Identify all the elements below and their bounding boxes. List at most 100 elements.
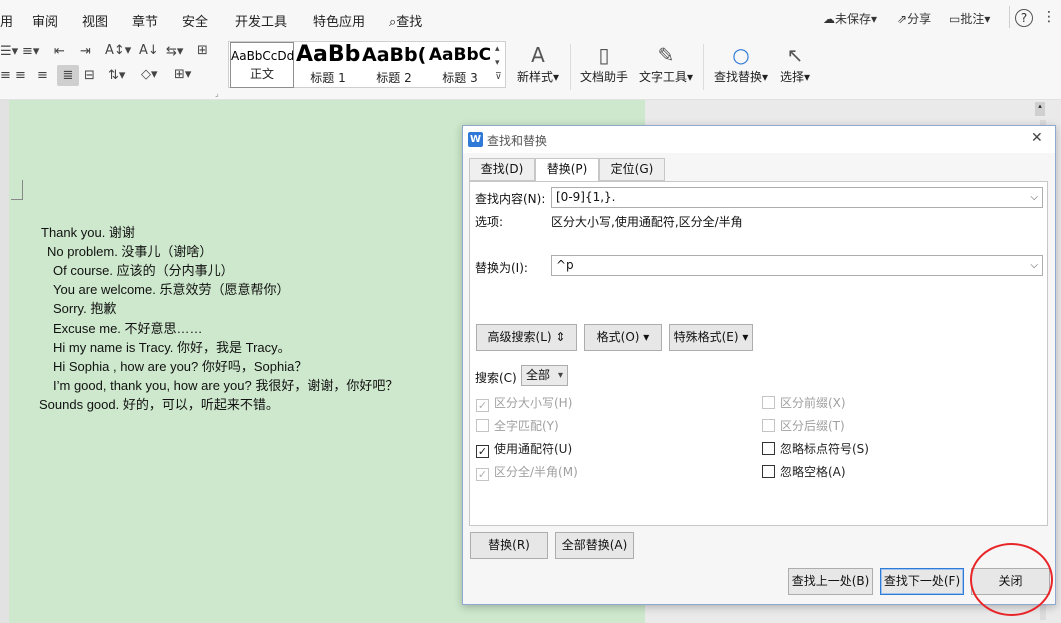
margin-marker <box>11 180 23 200</box>
replace-label: 替换为(I): <box>475 261 528 275</box>
menu-divider <box>1009 6 1010 28</box>
find-input[interactable]: [0-9]{1,}. ⌵ <box>551 187 1043 208</box>
whole-word-checkbox[interactable]: 全字匹配(Y) <box>476 417 559 434</box>
justify-icon[interactable]: ≣ <box>57 65 79 86</box>
align-center-icon[interactable]: ≡ <box>15 68 26 83</box>
tab-goto[interactable]: 定位(G) <box>599 158 665 181</box>
comment-button[interactable]: ▭批注▾ <box>949 10 990 27</box>
text-tools-button[interactable]: ✎ 文字工具▾ <box>636 42 696 85</box>
bullet-list-icon[interactable]: ☰▾ <box>0 44 18 59</box>
ribbon-divider <box>570 44 571 90</box>
scroll-up-icon[interactable]: ▴ <box>1035 102 1045 116</box>
share-button[interactable]: ⇗分享 <box>897 10 931 27</box>
ignore-punctuation-checkbox[interactable]: 忽略标点符号(S) <box>762 440 869 457</box>
checkbox-box <box>762 419 775 432</box>
increase-indent-icon[interactable]: ⇥ <box>80 44 91 59</box>
sort-icon[interactable]: A↓ <box>139 43 159 58</box>
border-icon[interactable]: ⊞▾ <box>174 67 191 82</box>
text-direction-icon[interactable]: A↕▾ <box>105 43 131 58</box>
doc-line: Sounds good. 好的，可以，听起来不错。 <box>39 397 279 412</box>
replace-all-button[interactable]: 全部替换(A) <box>555 532 634 559</box>
chevron-down-icon[interactable]: ⌵ <box>1030 256 1038 275</box>
replace-panel: 查找内容(N): [0-9]{1,}. ⌵ 选项: 区分大小写,使用通配符,区分… <box>469 181 1048 526</box>
doc-line: Sorry. 抱歉 <box>53 301 117 316</box>
align-right-icon[interactable]: ≡ <box>37 68 48 83</box>
checkbox-box: ✓ <box>476 445 489 458</box>
menu-item-review[interactable]: 审阅 <box>32 11 58 30</box>
help-icon[interactable]: ? <box>1015 9 1033 27</box>
wildcards-checkbox[interactable]: ✓ 使用通配符(U) <box>476 440 572 458</box>
menu-item-chapter[interactable]: 章节 <box>132 11 158 30</box>
checkbox-box <box>476 419 489 432</box>
menu-item-security[interactable]: 安全 <box>182 11 208 30</box>
new-style-button[interactable]: A 新样式▾ <box>514 42 562 85</box>
decrease-indent-icon[interactable]: ⇤ <box>54 44 65 59</box>
checkbox-box <box>762 465 775 478</box>
special-format-button[interactable]: 特殊格式(E) ▾ <box>669 324 753 351</box>
options-label: 选项: <box>475 215 504 229</box>
replace-button[interactable]: 替换(R) <box>470 532 548 559</box>
select-button[interactable]: ↖ 选择▾ <box>776 42 814 85</box>
dialog-title: 查找和替换 <box>487 134 548 148</box>
checkbox-box <box>762 442 775 455</box>
doc-line: I’m good, thank you, how are you? 我很好，谢谢… <box>53 378 399 393</box>
doc-line: Hi Sophia , how are you? 你好吗，Sophia？ <box>53 359 308 374</box>
chevron-down-icon[interactable]: ⌵ <box>1030 188 1038 207</box>
replace-input[interactable]: ^p ⌵ <box>551 255 1043 276</box>
menu-item-view[interactable]: 视图 <box>82 11 108 30</box>
doc-line: Thank you. 谢谢 <box>41 225 135 240</box>
dialog-titlebar[interactable]: W 查找和替换 ✕ <box>463 126 1055 153</box>
find-replace-button[interactable]: ○ 查找替换▾ <box>711 42 771 85</box>
wrench-icon: ✎ <box>657 43 675 67</box>
style-heading-3[interactable]: AaBbC 标题 3 <box>428 43 492 87</box>
tab-replace[interactable]: 替换(P) <box>535 158 599 182</box>
comment-icon: ▭ <box>949 12 961 26</box>
full-half-width-checkbox[interactable]: ✓ 区分全/半角(M) <box>476 463 578 481</box>
checkbox-box: ✓ <box>476 468 489 481</box>
distribute-icon[interactable]: ⊟ <box>84 68 95 83</box>
menu-item-features[interactable]: 特色应用 <box>313 11 365 30</box>
doc-assistant-icon: ▯ <box>598 43 610 67</box>
search-scope-select[interactable]: 全部 ▾ <box>521 365 568 386</box>
ignore-spaces-checkbox[interactable]: 忽略空格(A) <box>762 463 846 480</box>
doc-line: Of course. 应该的（分内事儿） <box>53 263 234 278</box>
style-heading-2[interactable]: AaBb( 标题 2 <box>362 43 426 87</box>
magnifier-icon: ○ <box>732 43 750 67</box>
style-normal[interactable]: AaBbCcDd 正文 <box>230 42 294 88</box>
menu-search[interactable]: ⌕查找 <box>389 11 422 30</box>
line-spacing-2-icon[interactable]: ⇅▾ <box>108 68 125 83</box>
match-case-checkbox[interactable]: ✓ 区分大小写(H) <box>476 394 572 412</box>
unsaved-status[interactable]: ☁未保存▾ <box>823 10 877 27</box>
find-label: 查找内容(N): <box>475 192 546 206</box>
doc-assistant-button[interactable]: ▯ 文档助手 <box>578 42 630 85</box>
ribbon: ☰▾ ≡▾ ⇤ ⇥ A↕▾ A↓ ⇆▾ ⊞ ≡ ≡ ≡ ≣ ⊟ ⇅▾ ◇▾ ⊞▾… <box>0 38 1061 100</box>
find-next-button[interactable]: 查找下一处(F) <box>880 568 964 595</box>
checkbox-box <box>762 396 775 409</box>
checkbox-box: ✓ <box>476 399 489 412</box>
gallery-scroll-icon[interactable]: ▴ ▾ ⊽ <box>495 42 502 84</box>
format-button[interactable]: 格式(O) ▾ <box>584 324 662 351</box>
menu-bar: 用 审阅 视图 章节 安全 开发工具 特色应用 ⌕查找 ☁未保存▾ ⇗分享 ▭批… <box>0 0 1061 38</box>
align-left-icon[interactable]: ≡ <box>0 68 11 83</box>
menu-item-developer[interactable]: 开发工具 <box>235 11 287 30</box>
line-spacing-icon[interactable]: ⇆▾ <box>166 44 183 59</box>
search-scope-label: 搜索(C) <box>475 371 517 385</box>
cursor-icon: ↖ <box>786 43 804 67</box>
advanced-search-button[interactable]: 高级搜索(L) ⇕ <box>476 324 577 351</box>
chevron-down-icon: ▾ <box>557 370 563 381</box>
close-icon[interactable]: ✕ <box>1031 130 1043 146</box>
tab-find[interactable]: 查找(D) <box>469 158 535 181</box>
shading-icon[interactable]: ◇▾ <box>141 67 158 82</box>
match-suffix-checkbox[interactable]: 区分后缀(T) <box>762 417 845 434</box>
menu-item-start[interactable]: 用 <box>0 11 13 30</box>
numbered-list-icon[interactable]: ≡▾ <box>22 44 39 59</box>
style-heading-1[interactable]: AaBb 标题 1 <box>296 43 360 87</box>
find-previous-button[interactable]: 查找上一处(B) <box>788 568 873 595</box>
options-value: 区分大小写,使用通配符,区分全/半角 <box>551 215 743 229</box>
more-icon[interactable]: ⋮ <box>1042 9 1056 25</box>
table-icon[interactable]: ⊞ <box>197 43 208 58</box>
doc-line: You are welcome. 乐意效劳（愿意帮你） <box>53 282 290 297</box>
match-prefix-checkbox[interactable]: 区分前缀(X) <box>762 394 846 411</box>
find-replace-dialog: W 查找和替换 ✕ 查找(D) 替换(P) 定位(G) 查找内容(N): [0-… <box>462 125 1056 605</box>
expand-icon[interactable]: ⌟ <box>215 89 219 98</box>
